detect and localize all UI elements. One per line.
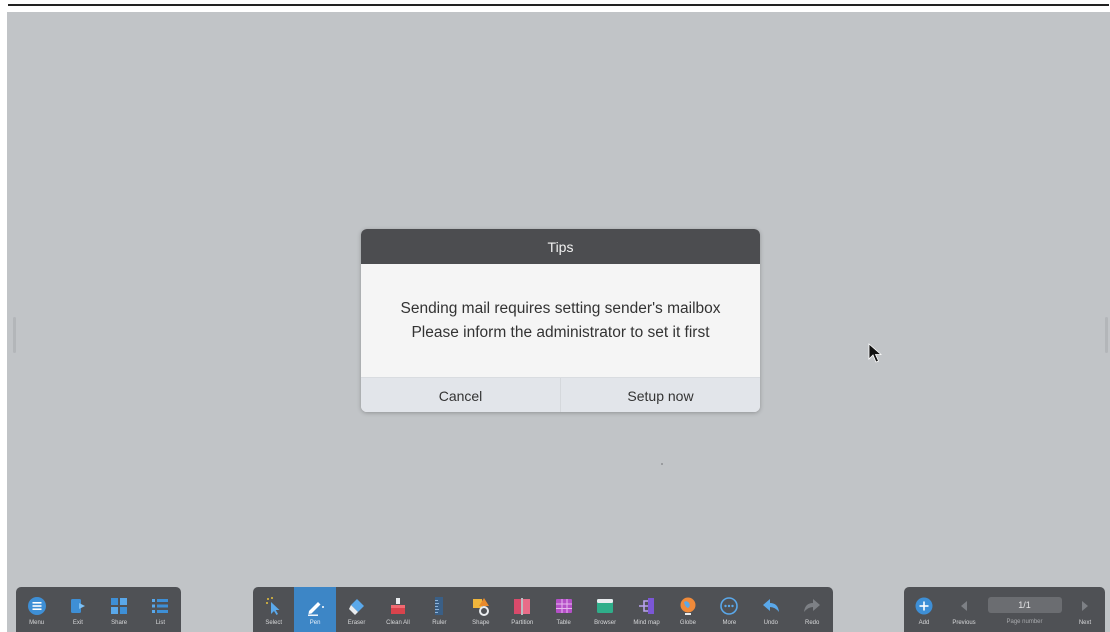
eraser-tool-button[interactable]: Eraser [336,587,377,632]
menu-icon [27,597,46,615]
list-button[interactable]: List [140,587,181,632]
globe-icon [680,597,696,615]
ruler-tool-button[interactable]: Ruler [419,587,460,632]
dialog-button-row: Cancel Setup now [361,377,760,412]
page-number-label: Page number [1006,619,1043,625]
top-border-line [8,4,1109,6]
select-tool-button[interactable]: Select [253,587,294,632]
clean-all-button[interactable]: Clean All [377,587,418,632]
page-toolbar: Add Previous 1/1 Page number Next [904,587,1105,632]
dialog-message: Sending mail requires setting sender's m… [361,264,760,377]
clean-all-icon [390,598,405,614]
add-icon [915,597,933,615]
select-label: Select [265,620,283,626]
dialog-message-line-1: Sending mail requires setting sender's m… [400,299,721,317]
table-label: Table [556,620,571,626]
next-page-button[interactable]: Next [1065,587,1105,632]
list-label: List [155,620,166,626]
share-icon [111,598,128,614]
exit-label: Exit [72,620,83,626]
ruler-icon [435,597,444,615]
partition-tool-button[interactable]: Partition [502,587,543,632]
whiteboard-canvas[interactable]: Tips Sending mail requires setting sende… [7,12,1110,632]
undo-button[interactable]: Undo [750,587,791,632]
more-label: More [722,620,737,626]
mind-map-tool-button[interactable]: Mind map [626,587,667,632]
undo-icon [762,599,779,612]
canvas-ink-dot [661,463,663,465]
partition-icon [514,598,531,615]
select-icon [265,597,280,615]
cancel-button[interactable]: Cancel [361,378,560,412]
undo-label: Undo [763,620,778,626]
next-arrow-icon [1082,601,1088,611]
table-icon [555,599,572,613]
setup-now-button[interactable]: Setup now [560,378,760,412]
redo-icon [804,599,821,612]
exit-icon [70,599,85,613]
pen-tool-button[interactable]: Pen [294,587,336,632]
right-edge-handle[interactable] [1105,317,1108,353]
mind-map-label: Mind map [633,620,660,626]
globe-label: Globe [679,620,696,626]
previous-page-button[interactable]: Previous [944,587,984,632]
exit-button[interactable]: Exit [57,587,98,632]
dialog-title: Tips [361,229,760,264]
redo-label: Redo [805,620,820,626]
menu-label: Menu [29,620,45,626]
ruler-label: Ruler [432,620,447,626]
add-label: Add [918,620,930,626]
next-label: Next [1078,620,1092,626]
globe-tool-button[interactable]: Globe [667,587,708,632]
shape-label: Shape [472,620,490,626]
share-label: Share [111,620,128,626]
eraser-icon [348,599,364,615]
browser-icon [597,599,614,613]
browser-tool-button[interactable]: Browser [584,587,625,632]
tools-toolbar: Select Pen Eraser Clean All Ruler Shape … [253,587,833,632]
browser-label: Browser [594,620,617,626]
page-number-value[interactable]: 1/1 [987,597,1062,613]
share-button[interactable]: Share [99,587,140,632]
more-icon [720,597,739,615]
more-tool-button[interactable]: More [709,587,750,632]
left-edge-handle[interactable] [13,317,16,353]
shape-tool-button[interactable]: Shape [460,587,501,632]
eraser-label: Eraser [347,620,366,626]
menu-button[interactable]: Menu [16,587,57,632]
list-icon [152,599,169,613]
page-number-selector[interactable]: 1/1 Page number [984,587,1065,632]
mind-map-icon [638,598,654,614]
left-toolbar: Menu Exit Share List [16,587,181,632]
redo-button[interactable]: Redo [791,587,832,632]
pen-icon [308,602,325,616]
clean-all-label: Clean All [386,620,410,626]
table-tool-button[interactable]: Table [543,587,584,632]
mouse-pointer-icon [868,343,882,363]
previous-arrow-icon [961,601,967,611]
partition-label: Partition [511,620,534,626]
tips-dialog: Tips Sending mail requires setting sende… [361,229,760,412]
shape-icon [472,598,489,616]
dialog-message-line-2: Please inform the administrator to set i… [411,323,710,341]
pen-label: Pen [309,620,321,626]
add-page-button[interactable]: Add [904,587,944,632]
previous-label: Previous [952,620,976,626]
